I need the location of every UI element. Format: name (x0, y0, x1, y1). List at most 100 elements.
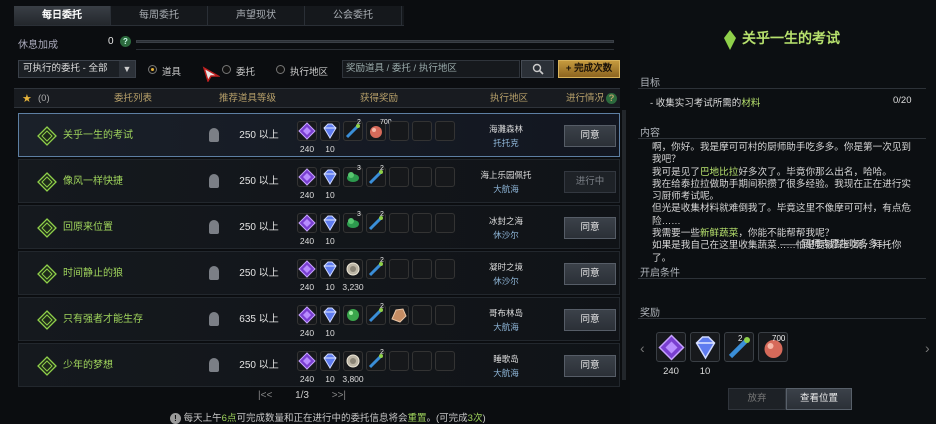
rest-bonus-bar (136, 40, 614, 43)
content-heading: 内容 (640, 128, 660, 139)
first-page-button[interactable]: |<< (258, 390, 272, 401)
search-icon (532, 63, 544, 75)
area-region: 休沙尔 (493, 230, 519, 240)
radio-area[interactable] (276, 65, 285, 74)
area-name: 哥布林岛 (488, 308, 523, 318)
pager: |<< 1/3 >>| (258, 390, 388, 404)
accept-button[interactable]: 同意 (564, 263, 616, 285)
notice-prefix: 每天上午 (183, 413, 222, 424)
ore-chunk-icon[interactable] (389, 305, 409, 325)
tab-guild[interactable]: 公会委托 (305, 6, 402, 25)
reward-count: 2 (357, 119, 361, 126)
tab-reputation[interactable]: 声望现状 (208, 6, 305, 25)
purple-crystal-icon[interactable] (297, 213, 317, 233)
in-progress-button[interactable]: 进行中 (564, 171, 616, 193)
purple-crystal-icon[interactable] (656, 332, 686, 362)
purple-crystal-icon[interactable] (297, 351, 317, 371)
empty-reward-slot (435, 121, 455, 141)
help-icon[interactable]: ? (606, 93, 617, 104)
search-button[interactable] (521, 60, 554, 78)
purple-crystal-icon[interactable] (297, 167, 317, 187)
radio-items[interactable] (148, 65, 157, 74)
content-signature: —— 厨师志愿生吃多多 — (780, 239, 890, 250)
quest-name: 时间静止的狼 (63, 268, 123, 279)
helmet-icon (209, 220, 219, 234)
quest-emblem-icon (37, 310, 57, 330)
goal-highlight: 材料 (741, 98, 761, 109)
add-completion-button[interactable]: + 完成次数 (558, 60, 620, 78)
divider (638, 318, 926, 319)
reset-notice: ! 每天上午6点可完成数量和正在进行中的委托信息将会重置。(可完成3次) (170, 410, 486, 424)
give-up-button[interactable]: 放弃 (728, 388, 786, 410)
star-icon[interactable]: ★ (22, 89, 32, 109)
notice-count: 3次 (467, 413, 483, 424)
col-reward: 获得奖励 (360, 93, 399, 104)
blue-gem-icon[interactable] (320, 305, 340, 325)
chevron-down-icon: ▼ (119, 61, 135, 77)
blue-gem-icon[interactable] (320, 351, 340, 371)
tab-daily[interactable]: 每日委托 (14, 6, 111, 25)
purple-crystal-icon[interactable] (297, 121, 317, 141)
area-name: 海上乐园佩托 (480, 170, 532, 180)
quest-level: 250 以上 (239, 130, 279, 141)
reward-count: 3,230 (342, 282, 364, 292)
blue-gem-icon[interactable] (320, 213, 340, 233)
reward-count: 3 (357, 211, 361, 218)
accept-button[interactable]: 同意 (564, 355, 616, 377)
search-input[interactable]: 奖励道具 / 委托 / 执行地区 (342, 60, 520, 78)
blue-gem-icon[interactable] (320, 121, 340, 141)
quest-filter-select[interactable]: 可执行的委托 - 全部 ▼ (18, 60, 136, 78)
cursor-pointer-icon (202, 66, 220, 82)
reward-count: 10 (699, 366, 711, 377)
empty-reward-slot (412, 121, 432, 141)
quest-name: 像风一样快捷 (63, 176, 123, 187)
radio-quest[interactable] (222, 65, 231, 74)
accept-button[interactable]: 同意 (564, 125, 616, 147)
blue-gem-icon[interactable] (320, 167, 340, 187)
table-row[interactable]: 只有强者才能生存 635 以上 240 10 2 哥布林岛 大航海 同意 (18, 297, 620, 341)
purple-crystal-icon[interactable] (297, 305, 317, 325)
quest-name: 关乎一生的考试 (63, 130, 133, 141)
helmet-icon (209, 358, 219, 372)
tab-weekly[interactable]: 每周委托 (111, 6, 208, 25)
empty-reward-slot (389, 167, 409, 187)
help-icon[interactable]: ? (120, 36, 131, 47)
table-row[interactable]: 回原来位置 250 以上 240 10 3 2 冰封之海 休沙尔 同意 (18, 205, 620, 249)
empty-reward-slot (389, 351, 409, 371)
silver-coin-icon[interactable] (343, 351, 363, 371)
content-line: 但光是收集材料就难倒我了。毕竟这里不像摩可可村，有点危险…… (652, 203, 912, 227)
quest-level: 635 以上 (239, 314, 279, 325)
chevron-left-icon[interactable]: ‹ (640, 340, 645, 356)
content-line: 我在给泰拉拉做助手期间积攒了很多经验。我现在正在进行实习厨师考试呢。 (652, 178, 912, 203)
green-orb-icon[interactable] (343, 305, 363, 325)
blue-gem-icon[interactable] (320, 259, 340, 279)
quest-level: 250 以上 (239, 360, 279, 371)
accept-button[interactable]: 同意 (564, 309, 616, 331)
quest-name: 回原来位置 (63, 222, 113, 233)
divider (638, 88, 926, 89)
reward-count: 2 (380, 165, 384, 172)
detail-title: 关乎一生的考试 (742, 30, 840, 46)
reward-count: 10 (325, 190, 335, 200)
table-row[interactable]: 关乎一生的考试 250 以上 240 10 2 700 海灘森林 托托克 同意 (18, 113, 620, 157)
accept-button[interactable]: 同意 (564, 217, 616, 239)
chevron-right-icon[interactable]: › (925, 340, 930, 356)
table-row[interactable]: 像风一样快捷 250 以上 240 10 3 2 海上乐园佩托 大航海 进行中 (18, 159, 620, 203)
table-row[interactable]: 时间静止的狼 250 以上 240 10 3,230 2 凝时之境 休沙尔 同意 (18, 251, 620, 295)
scrollbar[interactable] (622, 110, 626, 380)
col-area: 执行地区 (490, 93, 529, 104)
view-location-button[interactable]: 查看位置 (786, 388, 852, 410)
page-indicator: 1/3 (295, 390, 309, 401)
last-page-button[interactable]: >>| (332, 390, 346, 401)
purple-crystal-icon[interactable] (297, 259, 317, 279)
radio-items-label: 道具 (162, 67, 182, 78)
table-row[interactable]: 少年的梦想 250 以上 240 10 3,800 2 睡歌岛 大航海 同意 (18, 343, 620, 387)
reward-count: 2 (380, 349, 384, 356)
blue-gem-icon[interactable] (690, 332, 720, 362)
quest-emblem-icon (37, 126, 57, 146)
quest-level: 250 以上 (239, 268, 279, 279)
reward-heading: 奖励 (640, 308, 660, 319)
rest-bonus-value: 0 (108, 36, 114, 47)
condition-heading: 开启条件 (640, 268, 680, 279)
silver-coin-icon[interactable] (343, 259, 363, 279)
